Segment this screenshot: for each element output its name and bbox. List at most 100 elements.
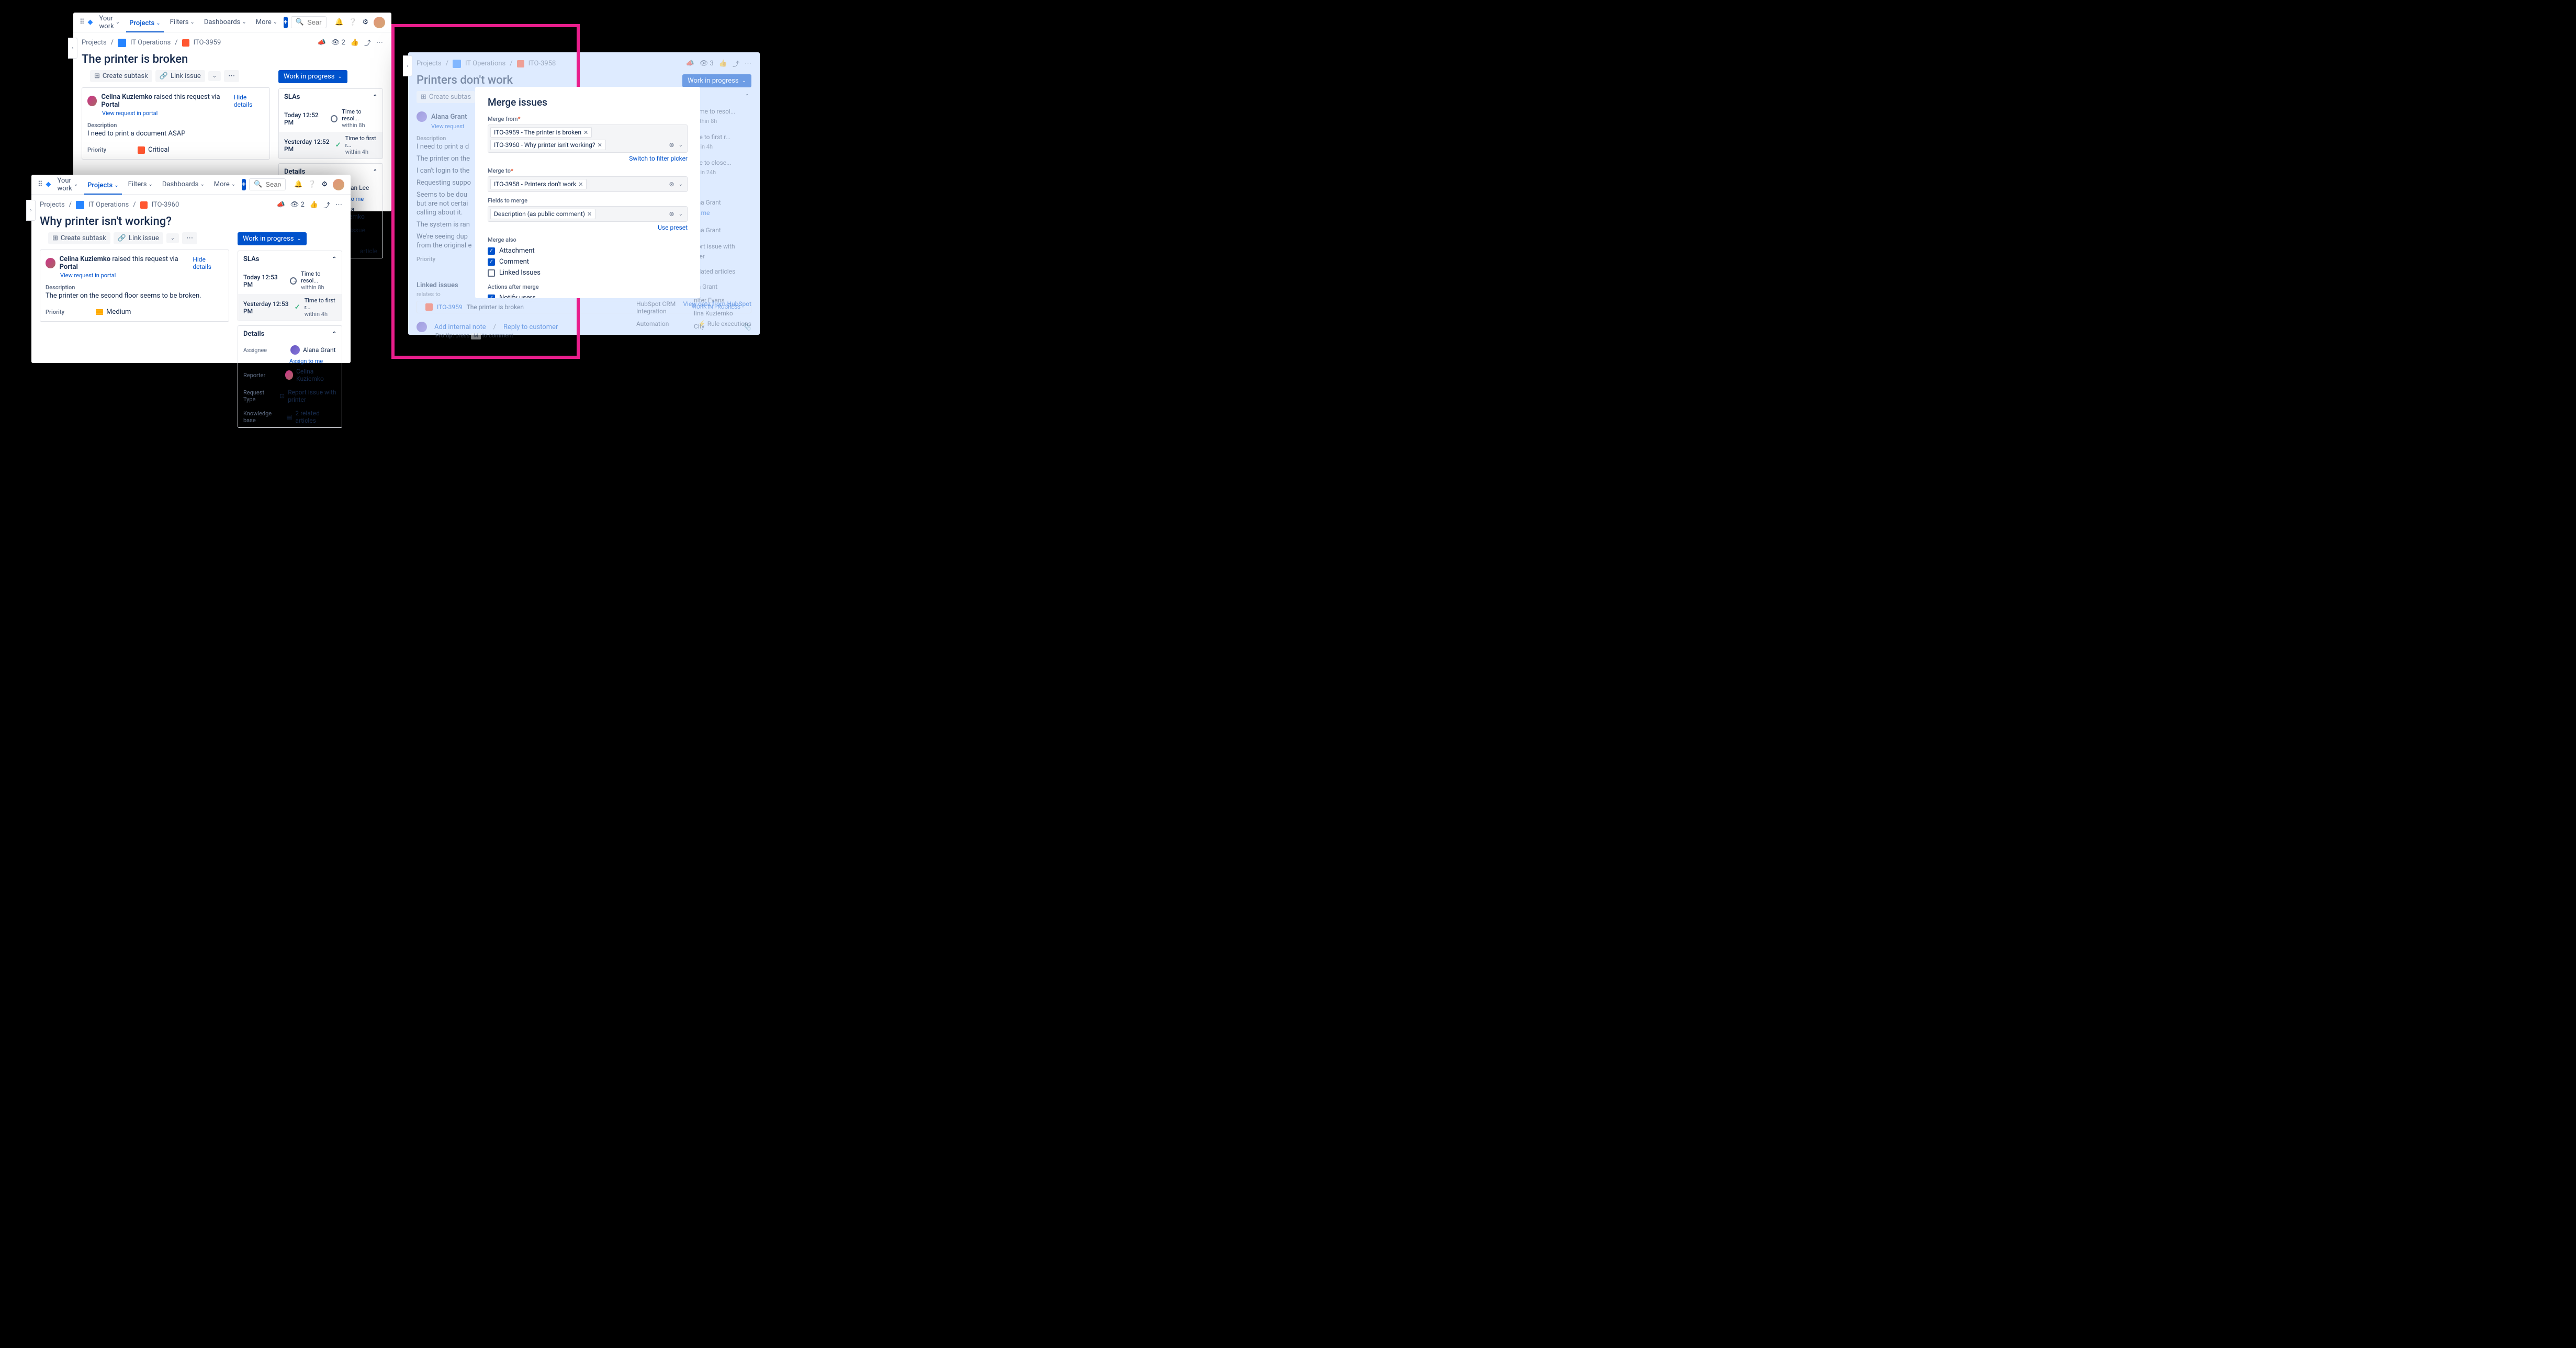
jira-logo-icon[interactable]: ◆ <box>46 179 51 190</box>
hide-details-link[interactable]: Hide details <box>234 94 264 108</box>
merge-from-token[interactable]: ITO-3960 - Why printer isn't working?✕ <box>490 140 606 150</box>
nav-dashboards[interactable]: Dashboards⌄ <box>159 178 208 190</box>
link-dropdown[interactable]: ⌄ <box>208 71 221 81</box>
help-icon[interactable]: ❔ <box>348 18 357 26</box>
apps-icon[interactable]: ⠿ <box>80 17 85 28</box>
breadcrumb-issue-key[interactable]: ITO-3959 <box>194 39 221 47</box>
like-icon[interactable]: 👍 <box>310 201 318 209</box>
breadcrumb-projects[interactable]: Projects <box>82 39 107 47</box>
create-button[interactable]: + <box>284 17 288 28</box>
merge-to-input[interactable]: ITO-3958 - Printers don't work✕ ⊗ ⌄ <box>488 176 688 192</box>
checkbox-attachment[interactable]: ✓Attachment <box>488 245 688 256</box>
link-dropdown[interactable]: ⌄ <box>166 233 179 243</box>
breadcrumb-issue-key[interactable]: ITO-3960 <box>152 201 179 209</box>
checkbox-notify-users[interactable]: ✓Notify users <box>488 292 688 298</box>
field-token[interactable]: Description (as public comment)✕ <box>490 209 595 219</box>
share-icon[interactable]: ⤴ <box>364 38 371 48</box>
more-icon[interactable]: ⋯ <box>335 201 342 209</box>
search-field[interactable] <box>265 180 281 188</box>
chevron-down-icon[interactable]: ⌄ <box>677 211 685 217</box>
share-icon[interactable]: ⤴ <box>323 200 330 210</box>
status-dropdown[interactable]: Work in progress⌄ <box>682 74 751 87</box>
breadcrumb-project[interactable]: IT Operations <box>130 39 171 47</box>
gear-icon[interactable]: ⚙ <box>321 180 328 188</box>
link-issue-button[interactable]: 🔗Link issue <box>114 232 163 244</box>
link-issue-button[interactable]: 🔗Link issue <box>155 70 205 82</box>
reply-customer-link[interactable]: Reply to customer <box>503 323 558 331</box>
breadcrumb-projects[interactable]: Projects <box>40 201 65 209</box>
merge-to-token[interactable]: ITO-3958 - Printers don't work✕ <box>490 179 587 189</box>
create-subtask-button[interactable]: ⊞Create subtask <box>48 232 110 244</box>
chevron-down-icon[interactable]: ⌄ <box>677 182 685 187</box>
like-icon[interactable]: 👍 <box>351 39 359 47</box>
checkbox-comment[interactable]: ✓Comment <box>488 256 688 267</box>
clear-icon[interactable]: ⊗ <box>669 210 674 218</box>
watch-button[interactable]: 👁 2 <box>290 201 305 209</box>
nav-your-work[interactable]: Your work⌄ <box>54 175 82 195</box>
bell-icon[interactable]: 🔔 <box>335 18 343 26</box>
sidebar-toggle[interactable]: › <box>68 38 77 59</box>
search-field[interactable] <box>307 18 322 26</box>
apps-icon[interactable]: ⠿ <box>38 179 43 190</box>
watch-button[interactable]: 👁 2 <box>331 39 345 47</box>
sla-panel-header[interactable]: SLAs⌃ <box>279 89 383 105</box>
bell-icon[interactable]: 🔔 <box>294 180 302 188</box>
search-input[interactable]: 🔍 <box>249 178 286 190</box>
more-actions[interactable]: ⋯ <box>182 232 197 244</box>
switch-filter-link[interactable]: Switch to filter picker <box>629 155 688 162</box>
checkbox-linked-issues[interactable]: Linked Issues <box>488 267 688 278</box>
like-icon[interactable]: 👍 <box>719 60 727 67</box>
search-input[interactable]: 🔍 <box>291 16 327 28</box>
remove-token-icon[interactable]: ✕ <box>587 211 592 218</box>
user-avatar[interactable] <box>333 179 344 190</box>
nav-projects[interactable]: Projects⌄ <box>126 17 164 32</box>
nav-your-work[interactable]: Your work⌄ <box>96 13 123 32</box>
use-preset-link[interactable]: Use preset <box>658 224 688 231</box>
feedback-icon[interactable]: 📣 <box>686 60 694 67</box>
nav-dashboards[interactable]: Dashboards⌄ <box>201 16 250 28</box>
feedback-icon[interactable]: 📣 <box>277 201 285 209</box>
more-icon[interactable]: ⋯ <box>376 39 383 47</box>
watch-button[interactable]: 👁 3 <box>700 60 714 67</box>
fields-to-merge-input[interactable]: Description (as public comment)✕ ⊗ ⌄ <box>488 206 688 222</box>
nav-filters[interactable]: Filters⌄ <box>125 178 156 190</box>
create-subtask-button[interactable]: ⊞Create subtask <box>90 70 152 82</box>
clear-icon[interactable]: ⊗ <box>669 141 674 149</box>
breadcrumb-projects[interactable]: Projects <box>417 60 442 67</box>
nav-more[interactable]: More⌄ <box>211 178 239 190</box>
nav-filters[interactable]: Filters⌄ <box>167 16 198 28</box>
gear-icon[interactable]: ⚙ <box>362 18 368 26</box>
more-actions[interactable]: ⋯ <box>224 70 239 82</box>
jira-logo-icon[interactable]: ◆ <box>88 17 93 28</box>
nav-more[interactable]: More⌄ <box>253 16 280 28</box>
help-icon[interactable]: ❔ <box>308 180 316 188</box>
more-icon[interactable]: ⋯ <box>745 60 751 67</box>
feedback-icon[interactable]: 📣 <box>318 39 326 47</box>
chevron-down-icon[interactable]: ⌄ <box>677 142 685 148</box>
view-portal-link[interactable]: View request in portal <box>60 272 223 279</box>
sla-panel-header[interactable]: SLAs⌃ <box>238 251 342 267</box>
status-dropdown[interactable]: Work in progress⌄ <box>278 70 347 83</box>
remove-token-icon[interactable]: ✕ <box>578 181 583 188</box>
status-dropdown[interactable]: Work in progress⌄ <box>238 232 307 245</box>
nav-projects[interactable]: Projects⌄ <box>84 179 122 195</box>
share-icon[interactable]: ⤴ <box>733 59 739 69</box>
hide-details-link[interactable]: Hide details <box>193 256 223 270</box>
merge-from-token[interactable]: ITO-3959 - The printer is broken✕ <box>490 127 592 138</box>
priority-label: Priority <box>87 146 106 153</box>
create-subtask-button[interactable]: ⊞Create subtas <box>417 91 475 103</box>
breadcrumb-project[interactable]: IT Operations <box>88 201 129 209</box>
view-portal-link[interactable]: View request in portal <box>102 110 264 117</box>
create-button[interactable]: + <box>242 179 246 190</box>
clear-icon[interactable]: ⊗ <box>669 180 674 188</box>
sidebar-toggle[interactable]: › <box>26 200 36 221</box>
add-internal-note-link[interactable]: Add internal note <box>434 323 486 331</box>
remove-token-icon[interactable]: ✕ <box>583 129 588 136</box>
merge-from-input[interactable]: ITO-3959 - The printer is broken✕ ITO-39… <box>488 124 688 153</box>
breadcrumb-issue-key[interactable]: ITO-3958 <box>528 60 556 67</box>
user-avatar[interactable] <box>374 17 385 28</box>
details-panel-header[interactable]: Details⌃ <box>238 326 342 342</box>
assign-to-me-link[interactable]: Assign to me <box>289 358 342 365</box>
remove-token-icon[interactable]: ✕ <box>598 142 602 149</box>
breadcrumb-project[interactable]: IT Operations <box>465 60 505 67</box>
